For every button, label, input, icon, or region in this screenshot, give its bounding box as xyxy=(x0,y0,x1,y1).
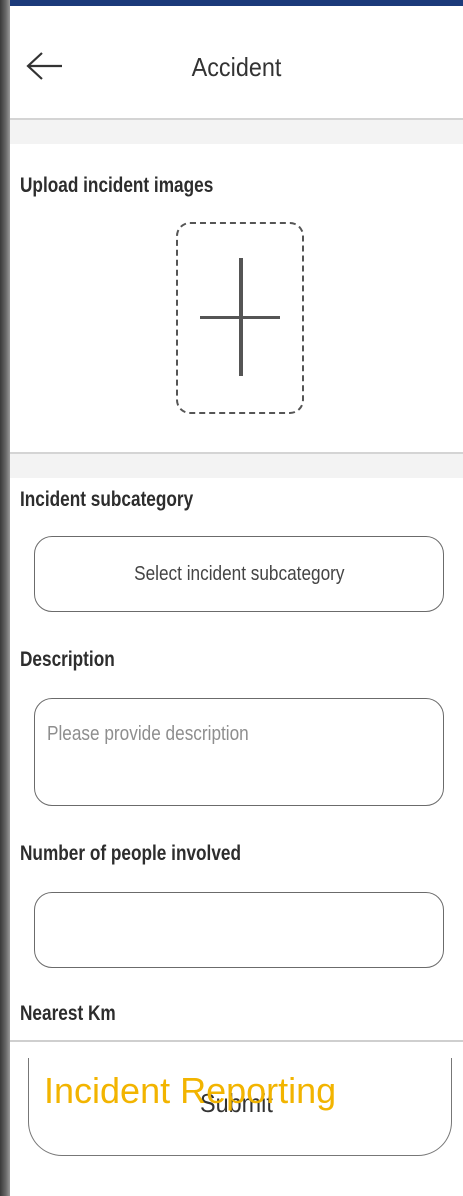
incident-reporting-overlay: Incident Reporting xyxy=(44,1070,337,1111)
people-involved-field[interactable] xyxy=(34,892,444,968)
upload-images-label: Upload incident images xyxy=(20,174,214,197)
subcategory-select-value: Select incident subcategory xyxy=(133,562,345,585)
subcategory-label: Incident subcategory xyxy=(20,488,194,511)
window-left-edge xyxy=(0,0,10,1196)
page-title: Accident xyxy=(191,52,282,82)
incident-form-screen: Accident Upload incident images Incident… xyxy=(10,6,463,1196)
nearest-km-label: Nearest Km xyxy=(20,1002,116,1025)
section-spacer xyxy=(10,120,463,144)
description-label: Description xyxy=(20,648,115,671)
subcategory-select[interactable]: Select incident subcategory xyxy=(34,536,444,612)
people-involved-label: Number of people involved xyxy=(20,842,242,865)
overlay-divider xyxy=(10,1040,463,1042)
section-spacer xyxy=(10,454,463,478)
description-field[interactable]: Please provide description xyxy=(34,698,444,806)
upload-image-button[interactable] xyxy=(176,222,304,414)
app-header: Accident xyxy=(10,6,463,118)
description-placeholder: Please provide description xyxy=(47,723,249,745)
